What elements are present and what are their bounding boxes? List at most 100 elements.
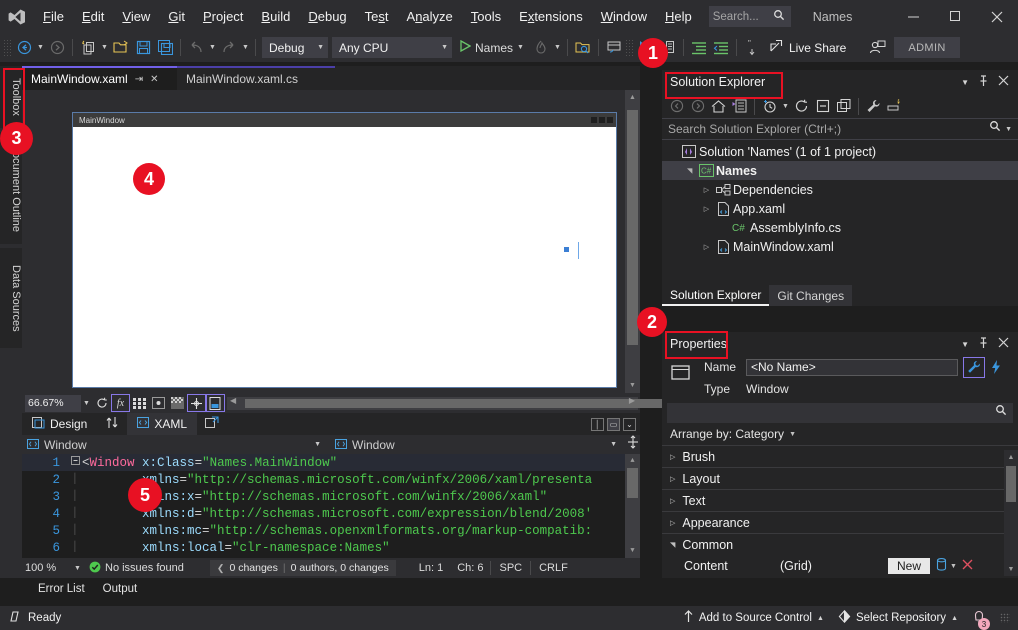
menu-item-project[interactable]: Project <box>194 6 252 28</box>
editor-vertical-scrollbar[interactable]: ▲ ▼ <box>625 454 640 558</box>
code-line[interactable]: 3│ xmlns:x="http://schemas.microsoft.com… <box>22 488 640 505</box>
scroll-up-arrow-icon[interactable]: ▲ <box>1004 450 1018 464</box>
pin-icon[interactable] <box>978 75 989 90</box>
device-preview-icon[interactable] <box>206 394 225 412</box>
arrange-by-selector[interactable]: Arrange by: Category ▼ <box>662 423 1018 445</box>
menu-item-extensions[interactable]: Extensions <box>510 6 592 28</box>
tree-item-assemblyinfo-cs[interactable]: C#AssemblyInfo.cs <box>662 218 1018 237</box>
properties-vertical-scrollbar[interactable]: ▲ ▼ <box>1004 450 1018 576</box>
issues-indicator[interactable]: No issues found <box>89 561 184 576</box>
attach-process-icon[interactable] <box>603 36 625 59</box>
hot-reload-icon[interactable] <box>530 36 552 59</box>
menu-item-edit[interactable]: Edit <box>73 6 113 28</box>
code-line[interactable]: 6│ xmlns:local="clr-namespace:Names" <box>22 539 640 556</box>
nav-back-dropdown-icon[interactable]: ▼ <box>35 36 46 59</box>
lightning-events-icon[interactable] <box>985 357 1007 378</box>
scroll-thumb[interactable] <box>627 468 638 498</box>
save-icon[interactable] <box>132 36 154 59</box>
undo-icon[interactable] <box>185 36 207 59</box>
property-category-layout[interactable]: ▷Layout <box>662 467 1018 489</box>
fold-collapse-icon[interactable] <box>68 456 82 469</box>
git-changes-indicator[interactable]: ❮ 0 changes | 0 authors, 0 changes <box>210 560 396 576</box>
pin-icon[interactable]: ⇥ <box>135 74 143 85</box>
resource-icon[interactable] <box>936 558 947 574</box>
menu-item-window[interactable]: Window <box>592 6 656 28</box>
splitter-handle-icon[interactable] <box>626 435 640 454</box>
code-line[interactable]: 1<Window x:Class="Names.MainWindow" <box>22 454 640 471</box>
redo-dropdown-icon[interactable]: ▼ <box>240 36 251 59</box>
opacity-icon[interactable] <box>168 394 187 412</box>
properties-wrench-icon[interactable] <box>863 95 884 117</box>
close-icon[interactable] <box>998 75 1009 89</box>
tree-item-names[interactable]: ◢C#Names <box>662 161 1018 180</box>
menu-item-analyze[interactable]: Analyze <box>398 6 462 28</box>
comment-icon[interactable]: " <box>741 36 763 59</box>
maximize-icon[interactable] <box>934 0 976 33</box>
property-category-text[interactable]: ▷Text <box>662 489 1018 511</box>
redo-icon[interactable] <box>218 36 240 59</box>
document-tab-mainwindow-xaml-cs[interactable]: MainWindow.xaml.cs <box>177 66 335 90</box>
design-preview-window[interactable]: MainWindow <box>72 112 617 388</box>
designer-horizontal-scrollbar[interactable]: ◀ ▶ <box>227 397 638 410</box>
hot-reload-dropdown-icon[interactable]: ▼ <box>552 36 563 59</box>
chevron-right-icon[interactable]: ▷ <box>700 186 713 194</box>
scroll-down-arrow-icon[interactable]: ▼ <box>1004 562 1018 576</box>
grid-icon[interactable] <box>130 394 149 412</box>
xaml-code-editor[interactable]: 1<Window x:Class="Names.MainWindow"2│ xm… <box>22 454 640 558</box>
resize-handle-right[interactable] <box>564 247 569 252</box>
code-line[interactable]: 4│ xmlns:d="http://schemas.microsoft.com… <box>22 505 640 522</box>
close-icon[interactable]: ✕ <box>150 74 158 85</box>
menu-item-tools[interactable]: Tools <box>462 6 510 28</box>
code-nav-left-combo[interactable]: Window ▼ <box>22 435 330 454</box>
refresh-icon[interactable] <box>791 95 812 117</box>
scroll-left-arrow-icon[interactable]: ◀ <box>230 396 236 405</box>
collapse-pane-icon[interactable]: ⌄ <box>623 418 636 431</box>
menu-item-test[interactable]: Test <box>356 6 398 28</box>
property-category-common[interactable]: ◢Common <box>662 533 1018 555</box>
scroll-down-arrow-icon[interactable]: ▼ <box>625 378 640 393</box>
tab-error-list[interactable]: Error List <box>30 580 93 601</box>
refresh-icon[interactable] <box>92 394 111 412</box>
toolbar-grip[interactable] <box>3 39 11 57</box>
properties-search-field[interactable] <box>667 403 1013 423</box>
pop-out-icon[interactable] <box>197 416 227 432</box>
menu-item-view[interactable]: View <box>113 6 159 28</box>
chevron-down-icon[interactable]: ▼ <box>950 563 957 570</box>
menu-item-help[interactable]: Help <box>656 6 701 28</box>
scroll-thumb[interactable] <box>627 110 638 345</box>
code-nav-right-combo[interactable]: Window ▼ <box>330 435 626 454</box>
open-file-icon[interactable] <box>110 36 132 59</box>
tree-item-app-xaml[interactable]: ▷App.xaml <box>662 199 1018 218</box>
new-project-dropdown-icon[interactable]: ▼ <box>99 36 110 59</box>
tab-solution-explorer[interactable]: Solution Explorer <box>662 285 769 306</box>
navigate-back-icon[interactable] <box>13 36 35 59</box>
select-repository-button[interactable]: Select Repository ▲ <box>838 610 958 626</box>
platform-combo[interactable]: Any CPU ▼ <box>332 37 452 58</box>
code-line[interactable]: 5│ xmlns:mc="http://schemas.openxmlforma… <box>22 522 640 539</box>
split-vertical-icon[interactable]: │ <box>591 418 604 431</box>
tab-xaml[interactable]: XAML <box>127 413 197 435</box>
split-horizontal-icon[interactable]: ▭ <box>607 418 620 431</box>
solution-tree[interactable]: Solution 'Names' (1 of 1 project)◢C#Name… <box>662 140 1018 256</box>
eol-indicator[interactable]: CRLF <box>530 561 576 575</box>
spaces-indicator[interactable]: SPC <box>490 561 530 575</box>
property-category-appearance[interactable]: ▷Appearance <box>662 511 1018 533</box>
chevron-down-icon[interactable]: ▼ <box>1005 126 1012 133</box>
menu-item-debug[interactable]: Debug <box>299 6 355 28</box>
close-icon[interactable] <box>976 0 1018 33</box>
tab-git-changes[interactable]: Git Changes <box>769 285 852 306</box>
tree-item-dependencies[interactable]: ▷Dependencies <box>662 180 1018 199</box>
configuration-combo[interactable]: Debug ▼ <box>262 37 328 58</box>
snap-icon[interactable] <box>149 394 168 412</box>
preview-changes-icon[interactable] <box>572 36 594 59</box>
tab-output[interactable]: Output <box>95 580 146 601</box>
pin-icon[interactable] <box>978 337 989 352</box>
properties-content-row[interactable]: Content (Grid) New ▼ <box>662 555 1018 577</box>
document-tab-mainwindow-xaml[interactable]: MainWindow.xaml ⇥ ✕ <box>22 66 177 90</box>
artboard-icon[interactable] <box>187 394 206 412</box>
account-icon[interactable] <box>866 36 888 59</box>
chevron-down-icon[interactable]: ▼ <box>961 78 969 87</box>
scroll-thumb[interactable] <box>1006 466 1016 502</box>
chevron-down-icon[interactable]: ▼ <box>81 392 92 415</box>
tab-design[interactable]: Design <box>22 413 97 435</box>
